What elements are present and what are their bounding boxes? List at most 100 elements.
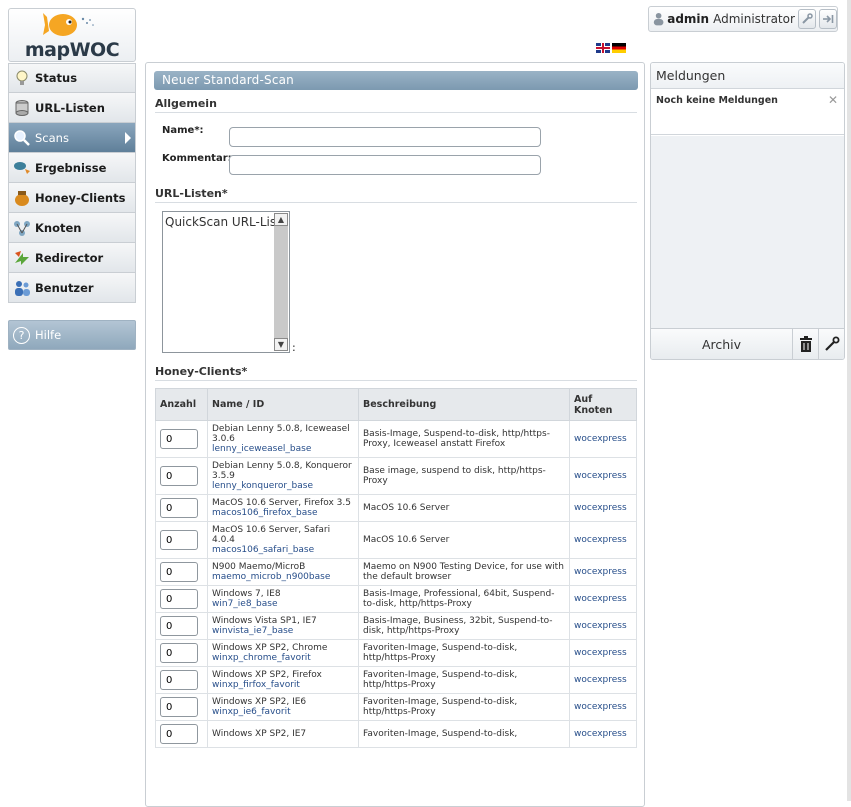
message-text: Noch keine Meldungen: [656, 95, 778, 106]
logout-button[interactable]: [818, 9, 837, 29]
name-field[interactable]: [229, 127, 541, 147]
client-id-link[interactable]: winvista_ie7_base: [212, 626, 354, 636]
honeypot-icon: [15, 190, 29, 206]
client-id-link[interactable]: macos106_firefox_base: [212, 508, 354, 518]
node-link[interactable]: wocexpress: [574, 648, 627, 658]
client-id-link[interactable]: lenny_konqueror_base: [212, 481, 354, 491]
qty-cell: [155, 521, 208, 559]
table-row: MacOS 10.6 Server, Firefox 3.5macos106_f…: [155, 494, 637, 522]
node-link[interactable]: wocexpress: [574, 675, 627, 685]
archive-button[interactable]: Archiv: [651, 337, 792, 352]
scroll-down-icon[interactable]: ▼: [274, 338, 288, 351]
help-button[interactable]: ? Hilfe: [8, 320, 136, 350]
client-id-link[interactable]: win7_ie8_base: [212, 599, 354, 609]
sidebar-item-honey-clients[interactable]: Honey-Clients: [8, 183, 136, 213]
quantity-input[interactable]: [160, 562, 198, 582]
scan-form-panel: Neuer Standard-Scan Allgemein Name*: Kom…: [145, 62, 645, 807]
node-link[interactable]: wocexpress: [574, 471, 627, 481]
logo-text: mapWOC: [24, 39, 120, 61]
quantity-input[interactable]: [160, 670, 198, 690]
listbox-suffix: :: [292, 341, 296, 354]
node-cell: wocexpress: [569, 693, 637, 721]
list-item[interactable]: QuickScan URL-List: [165, 215, 281, 229]
client-name: Windows XP SP2, IE6: [212, 697, 307, 707]
settings-button[interactable]: [797, 9, 816, 29]
client-name: N900 Maemo/MicroB: [212, 562, 306, 572]
node-link[interactable]: wocexpress: [574, 567, 627, 577]
name-cell: Windows XP SP2, Chrome winxp_chrome_favor…: [207, 639, 359, 667]
column-header: Name / ID: [207, 388, 359, 421]
quantity-input[interactable]: [160, 530, 198, 550]
client-name: MacOS 10.6 Server, Firefox 3.5: [212, 498, 351, 508]
english-flag-icon[interactable]: [596, 43, 610, 53]
sidebar-item-knoten[interactable]: Knoten: [8, 213, 136, 243]
node-link[interactable]: wocexpress: [574, 729, 627, 739]
table-row: N900 Maemo/MicroBmaemo_microb_n900base Ma…: [155, 558, 637, 586]
node-link[interactable]: wocexpress: [574, 503, 627, 513]
qty-cell: [155, 585, 208, 613]
table-row: Windows XP SP2, Chromewinxp_chrome_favor…: [155, 639, 637, 667]
messages-settings-button[interactable]: [818, 328, 844, 359]
client-name: Windows XP SP2, IE7: [212, 729, 307, 739]
sidebar-item-label: URL-Listen: [35, 100, 105, 115]
node-link[interactable]: wocexpress: [574, 621, 627, 631]
client-name: Debian Lenny 5.0.8, Konqueror 3.5.9: [212, 461, 352, 481]
client-id-link[interactable]: macos106_safari_base: [212, 545, 354, 555]
sidebar-item-scans[interactable]: Scans: [8, 123, 136, 153]
quantity-input[interactable]: [160, 498, 198, 518]
quantity-input[interactable]: [160, 643, 198, 663]
comment-field[interactable]: [229, 155, 541, 175]
description-cell: MacOS 10.6 Server: [358, 521, 570, 559]
client-name: Windows XP SP2, Chrome: [212, 643, 328, 653]
quantity-input[interactable]: [160, 466, 198, 486]
close-icon[interactable]: ✕: [828, 93, 838, 107]
node-link[interactable]: wocexpress: [574, 594, 627, 604]
name-label: Name*:: [162, 125, 204, 136]
node-link[interactable]: wocexpress: [574, 702, 627, 712]
sidebar-item-url-listen[interactable]: URL-Listen: [8, 93, 136, 123]
description-cell: Favoriten-Image, Suspend-to-disk, http/h…: [358, 639, 570, 667]
german-flag-icon[interactable]: [612, 43, 626, 53]
scroll-up-icon[interactable]: ▲: [274, 213, 288, 226]
client-name: Windows XP SP2, Firefox: [212, 670, 322, 680]
help-icon: ?: [13, 326, 30, 344]
sidebar-item-ergebnisse[interactable]: Ergebnisse: [8, 153, 136, 183]
column-header: Anzahl: [155, 388, 208, 421]
name-cell: Windows XP SP2, IE7: [207, 720, 359, 748]
app-logo[interactable]: mapWOC: [8, 8, 136, 62]
quantity-input[interactable]: [160, 589, 198, 609]
client-id-link[interactable]: lenny_iceweasel_base: [212, 444, 354, 454]
node-cell: wocexpress: [569, 720, 637, 748]
listbox-scrollbar[interactable]: ▲ ▼: [274, 213, 288, 351]
node-link[interactable]: wocexpress: [574, 434, 627, 444]
description-cell: Maemo on N900 Testing Device, for use wi…: [358, 558, 570, 586]
page-scrollbar[interactable]: [847, 0, 851, 801]
url-list-select[interactable]: QuickScan URL-List ▲ ▼: [162, 211, 290, 353]
client-id-link[interactable]: winxp_chrome_favorit: [212, 653, 354, 663]
sidebar-item-label: Knoten: [35, 220, 82, 235]
sidebar-item-redirector[interactable]: Redirector: [8, 243, 136, 273]
language-switcher: [596, 43, 626, 53]
sidebar-item-label: Benutzer: [35, 280, 94, 295]
quantity-input[interactable]: [160, 697, 198, 717]
sidebar-item-benutzer[interactable]: Benutzer: [8, 273, 136, 303]
name-cell: Debian Lenny 5.0.8, Konqueror 3.5.9 lenny…: [207, 457, 359, 495]
client-name: Windows 7, IE8: [212, 589, 281, 599]
client-id-link[interactable]: maemo_microb_n900base: [212, 572, 354, 582]
quantity-input[interactable]: [160, 616, 198, 636]
table-row: Windows Vista SP1, IE7winvista_ie7_baseB…: [155, 612, 637, 640]
quantity-input[interactable]: [160, 429, 198, 449]
section-url-lists: URL-Listen*: [155, 187, 637, 203]
node-link[interactable]: wocexpress: [574, 535, 627, 545]
delete-messages-button[interactable]: [792, 328, 818, 359]
qty-cell: [155, 420, 208, 458]
table-row: Debian Lenny 5.0.8, Iceweasel 3.0.6lenny…: [155, 420, 637, 458]
sidebar-item-status[interactable]: Status: [8, 63, 136, 93]
qty-cell: [155, 693, 208, 721]
client-id-link[interactable]: winxp_ie6_favorit: [212, 707, 354, 717]
node-cell: wocexpress: [569, 420, 637, 458]
sidebar-item-label: Scans: [35, 130, 69, 145]
client-id-link[interactable]: winxp_firfox_favorit: [212, 680, 354, 690]
sidebar-nav: Status URL-Listen Scans Ergebnisse Honey…: [8, 63, 136, 303]
quantity-input[interactable]: [160, 724, 198, 744]
